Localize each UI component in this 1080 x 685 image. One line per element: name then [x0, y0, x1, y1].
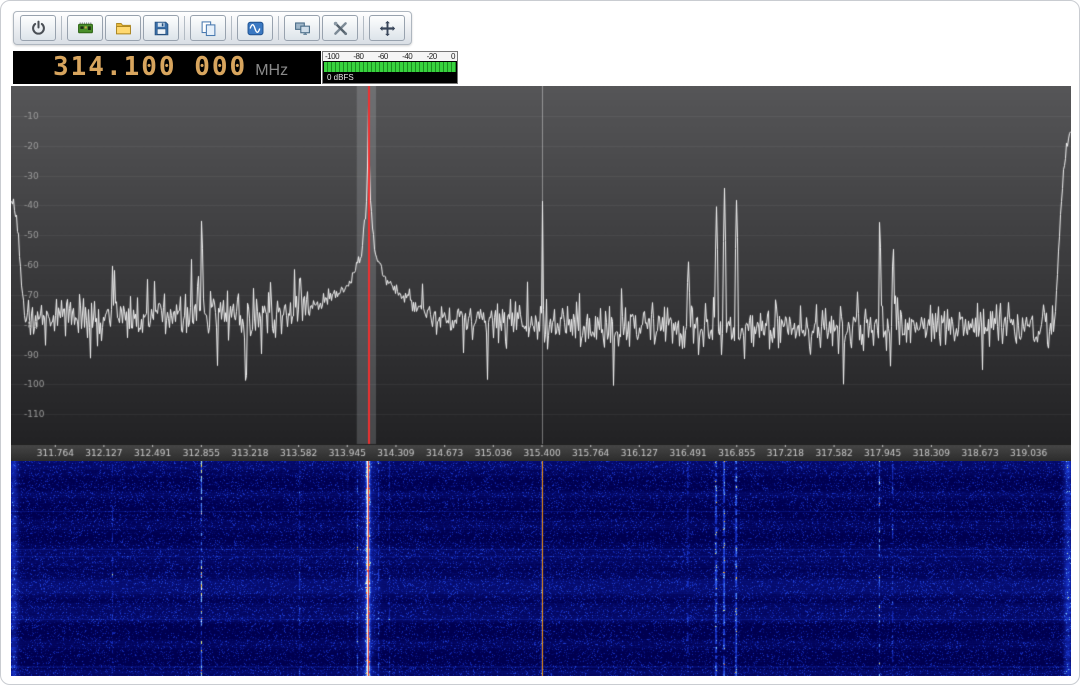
toolbar-separator [231, 16, 232, 40]
open-folder-icon [115, 22, 131, 34]
meter-scale: -100 -80 -60 -40 -20 0 [323, 52, 457, 61]
toolbar-separator [184, 16, 185, 40]
app-window: 314.100 000 MHz -100 -80 -60 -40 -20 0 0 dBFS [0, 0, 1080, 685]
open-file-button[interactable] [105, 15, 141, 41]
power-icon [31, 20, 45, 35]
meter-caption: 0 dBFS [323, 73, 457, 83]
waveform-icon [247, 21, 263, 35]
meter-scale-label: -100 [325, 52, 340, 61]
toolbar-separator [61, 16, 62, 40]
tools-button[interactable] [322, 15, 358, 41]
source-device-button[interactable] [67, 15, 103, 41]
move-arrows-icon [379, 20, 395, 36]
power-button[interactable] [20, 15, 56, 41]
save-button[interactable] [143, 15, 179, 41]
meter-scale-label: -20 [426, 52, 438, 61]
copy-pages-button[interactable] [190, 15, 226, 41]
meter-bar [324, 62, 456, 72]
pan-move-button[interactable] [369, 15, 405, 41]
toolbar [13, 11, 412, 45]
frequency-value: 314.100 000 [53, 52, 248, 82]
waveform-button[interactable] [237, 15, 273, 41]
pages-icon [201, 20, 215, 36]
frequency-unit: MHz [255, 61, 289, 79]
waterfall-display[interactable] [11, 461, 1071, 676]
source-device-icon [77, 21, 93, 33]
meter-scale-label: -80 [353, 52, 364, 61]
floppy-disk-icon [154, 21, 168, 35]
meter-bar-track [323, 61, 457, 73]
frequency-display[interactable]: 314.100 000 MHz [13, 51, 321, 84]
remote-display-button[interactable] [284, 15, 320, 41]
toolbar-separator [278, 16, 279, 40]
meter-scale-label: -40 [402, 52, 413, 61]
dual-monitors-icon [294, 21, 310, 35]
spectrum-display[interactable] [11, 86, 1071, 461]
meter-scale-label: 0 [450, 52, 455, 61]
level-meter: -100 -80 -60 -40 -20 0 0 dBFS [322, 51, 458, 84]
tools-icon [333, 21, 347, 35]
toolbar-separator [363, 16, 364, 40]
meter-scale-label: -60 [377, 52, 389, 61]
